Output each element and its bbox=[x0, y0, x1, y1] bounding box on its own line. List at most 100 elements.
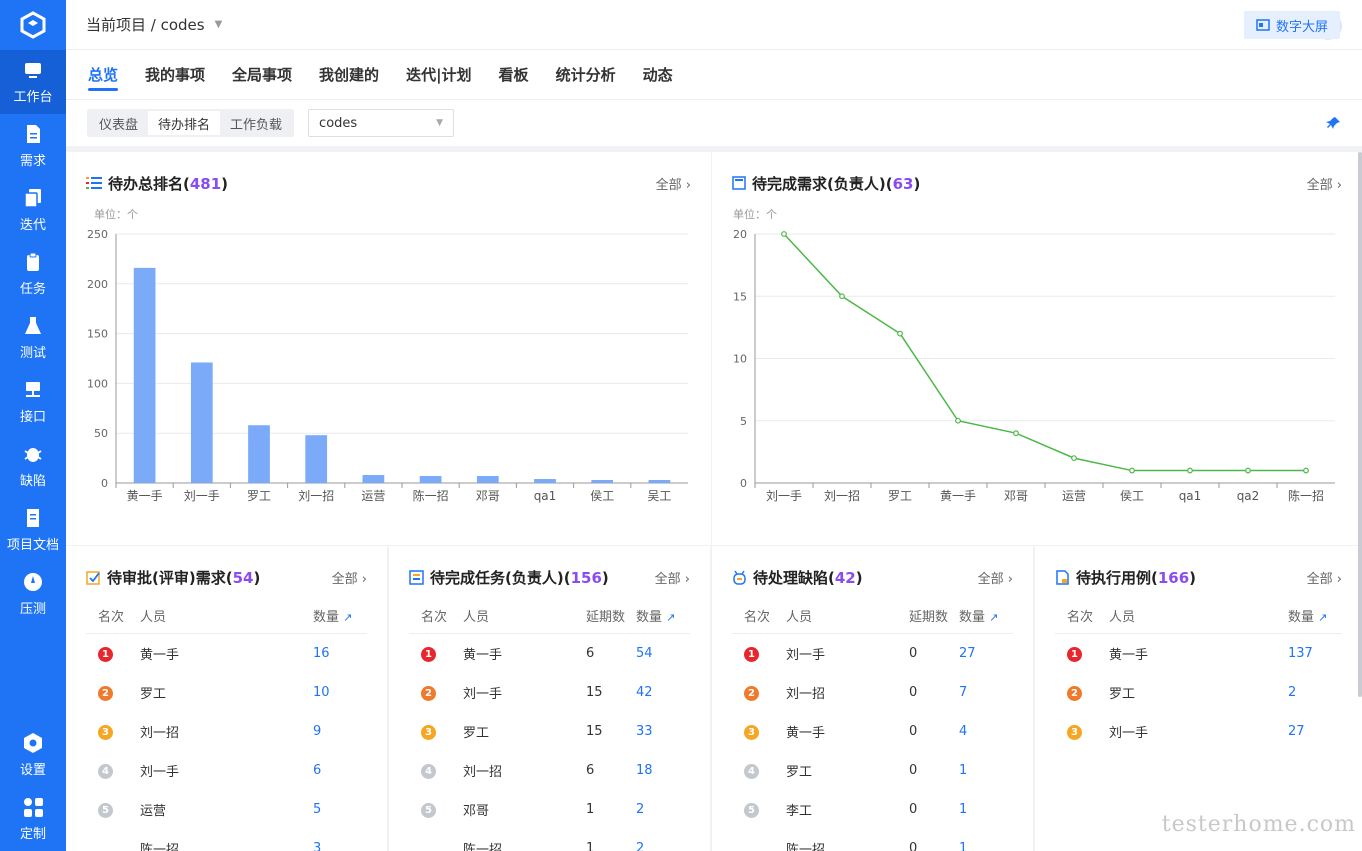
view-all-link[interactable]: 全部 › bbox=[332, 568, 367, 587]
view-all-link[interactable]: 全部 › bbox=[978, 568, 1013, 587]
bar[interactable] bbox=[476, 476, 499, 483]
item-count-link[interactable]: 3 bbox=[313, 841, 367, 851]
table-row[interactable]: 2 刘一手 15 42 bbox=[409, 673, 690, 712]
pin-icon[interactable] bbox=[1326, 116, 1340, 134]
data-point[interactable] bbox=[1013, 430, 1019, 437]
item-count-link[interactable]: 54 bbox=[636, 646, 690, 661]
table-row[interactable]: 1 刘一手 0 27 bbox=[732, 634, 1013, 673]
bar[interactable] bbox=[362, 475, 385, 483]
tab-3[interactable]: 我创建的 bbox=[319, 50, 379, 99]
item-count-link[interactable]: 33 bbox=[636, 724, 690, 739]
data-point[interactable] bbox=[1303, 467, 1309, 474]
view-all-link[interactable]: 全部 › bbox=[1307, 568, 1342, 587]
table-row[interactable]: 3 罗工 15 33 bbox=[409, 712, 690, 751]
item-count-link[interactable]: 18 bbox=[636, 763, 690, 778]
tab-0[interactable]: 总览 bbox=[88, 50, 119, 99]
table-row[interactable]: 5 李工 0 1 bbox=[732, 790, 1013, 829]
item-count-link[interactable]: 42 bbox=[636, 685, 690, 700]
item-count-link[interactable]: 1 bbox=[959, 802, 1013, 817]
rank-badge: 4 bbox=[744, 763, 759, 779]
table-row[interactable]: 6 陈一招 0 1 bbox=[732, 829, 1013, 851]
item-count-link[interactable]: 5 bbox=[313, 802, 367, 817]
item-count-link[interactable]: 27 bbox=[1288, 724, 1342, 739]
data-point[interactable] bbox=[897, 330, 903, 337]
sidebar-item-gauge[interactable]: 压测 bbox=[0, 562, 66, 626]
sidebar-item-gear[interactable]: 设置 bbox=[0, 723, 66, 787]
project-select[interactable]: codes ▼ bbox=[308, 109, 455, 137]
sidebar-item-network[interactable]: 接口 bbox=[0, 370, 66, 434]
view-all-link[interactable]: 全部 › bbox=[655, 568, 690, 587]
item-count-link[interactable]: 2 bbox=[636, 802, 690, 817]
sidebar-item-document[interactable]: 需求 bbox=[0, 114, 66, 178]
table-row[interactable]: 1 黄一手 6 54 bbox=[409, 634, 690, 673]
data-point[interactable] bbox=[955, 417, 961, 424]
app-logo[interactable] bbox=[0, 0, 66, 50]
top-bar: 当前项目 / codes ▼ bbox=[66, 0, 1362, 50]
data-point[interactable] bbox=[781, 231, 787, 237]
bar[interactable] bbox=[534, 479, 556, 483]
table-row[interactable]: 5 运营 5 bbox=[86, 790, 367, 829]
header-count[interactable]: 数量 ↗ bbox=[313, 606, 367, 625]
header-count[interactable]: 数量 ↗ bbox=[636, 606, 690, 625]
segment-todo-rank[interactable]: 待办排名 bbox=[148, 111, 221, 135]
sidebar-item-monitor[interactable]: 工作台 bbox=[0, 50, 66, 114]
item-count-link[interactable]: 6 bbox=[313, 763, 367, 778]
sidebar-item-grid[interactable]: 定制 bbox=[0, 787, 66, 851]
table-row[interactable]: 2 罗工 2 bbox=[1055, 673, 1342, 712]
item-count-link[interactable]: 137 bbox=[1288, 646, 1342, 661]
table-row[interactable]: 1 黄一手 16 bbox=[86, 634, 367, 673]
tab-2[interactable]: 全局事项 bbox=[232, 50, 292, 99]
bar[interactable] bbox=[305, 435, 328, 483]
item-count-link[interactable]: 10 bbox=[313, 685, 367, 700]
segment-workload[interactable]: 工作负载 bbox=[220, 111, 292, 135]
tab-6[interactable]: 统计分析 bbox=[556, 50, 616, 99]
table-row[interactable]: 2 刘一招 0 7 bbox=[732, 673, 1013, 712]
bar[interactable] bbox=[648, 480, 671, 483]
sidebar-item-flask[interactable]: 测试 bbox=[0, 306, 66, 370]
data-point[interactable] bbox=[1071, 455, 1077, 462]
item-count-link[interactable]: 27 bbox=[959, 646, 1013, 661]
table-row[interactable]: 1 黄一手 137 bbox=[1055, 634, 1342, 673]
bar[interactable] bbox=[419, 476, 442, 483]
table-row[interactable]: 3 刘一手 27 bbox=[1055, 712, 1342, 751]
bar[interactable] bbox=[190, 362, 213, 483]
tab-1[interactable]: 我的事项 bbox=[145, 50, 205, 99]
item-count-link[interactable]: 9 bbox=[313, 724, 367, 739]
item-count-link[interactable]: 1 bbox=[959, 763, 1013, 778]
project-selector[interactable]: 当前项目 / codes ▼ bbox=[86, 14, 222, 35]
item-count-link[interactable]: 1 bbox=[959, 841, 1013, 851]
sidebar-item-docs[interactable]: 项目文档 bbox=[0, 498, 66, 562]
table-row[interactable]: 3 黄一手 0 4 bbox=[732, 712, 1013, 751]
header-count[interactable]: 数量 ↗ bbox=[959, 606, 1013, 625]
item-count-link[interactable]: 16 bbox=[313, 646, 367, 661]
table-row[interactable]: 6 陈一招 1 2 bbox=[409, 829, 690, 851]
tab-5[interactable]: 看板 bbox=[499, 50, 529, 99]
table-row[interactable]: 4 罗工 0 1 bbox=[732, 751, 1013, 790]
table-row[interactable]: 3 刘一招 9 bbox=[86, 712, 367, 751]
sidebar-item-clipboard[interactable]: 任务 bbox=[0, 242, 66, 306]
tab-7[interactable]: 动态 bbox=[643, 50, 673, 99]
item-count-link[interactable]: 2 bbox=[636, 841, 690, 851]
table-row[interactable]: 6 陈一招 3 bbox=[86, 829, 367, 851]
segment-dashboard[interactable]: 仪表盘 bbox=[89, 111, 148, 135]
bar[interactable] bbox=[248, 425, 270, 483]
data-point[interactable] bbox=[1245, 467, 1251, 474]
table-row[interactable]: 4 刘一招 6 18 bbox=[409, 751, 690, 790]
table-row[interactable]: 4 刘一手 6 bbox=[86, 751, 367, 790]
data-point[interactable] bbox=[1129, 467, 1135, 474]
data-point[interactable] bbox=[839, 293, 845, 300]
page-scrollbar[interactable] bbox=[1358, 152, 1362, 697]
data-point[interactable] bbox=[1187, 467, 1193, 474]
header-count[interactable]: 数量 ↗ bbox=[1288, 606, 1342, 625]
bar[interactable] bbox=[591, 480, 614, 483]
bar[interactable] bbox=[133, 267, 156, 483]
sidebar-item-copy[interactable]: 迭代 bbox=[0, 178, 66, 242]
item-count-link[interactable]: 4 bbox=[959, 724, 1013, 739]
table-row[interactable]: 5 邓哥 1 2 bbox=[409, 790, 690, 829]
item-count-link[interactable]: 2 bbox=[1288, 685, 1342, 700]
digital-screen-button[interactable]: 数字大屏 bbox=[1243, 11, 1340, 39]
sidebar-item-bug[interactable]: 缺陷 bbox=[0, 434, 66, 498]
tab-4[interactable]: 迭代|计划 bbox=[406, 50, 471, 99]
item-count-link[interactable]: 7 bbox=[959, 685, 1013, 700]
table-row[interactable]: 2 罗工 10 bbox=[86, 673, 367, 712]
